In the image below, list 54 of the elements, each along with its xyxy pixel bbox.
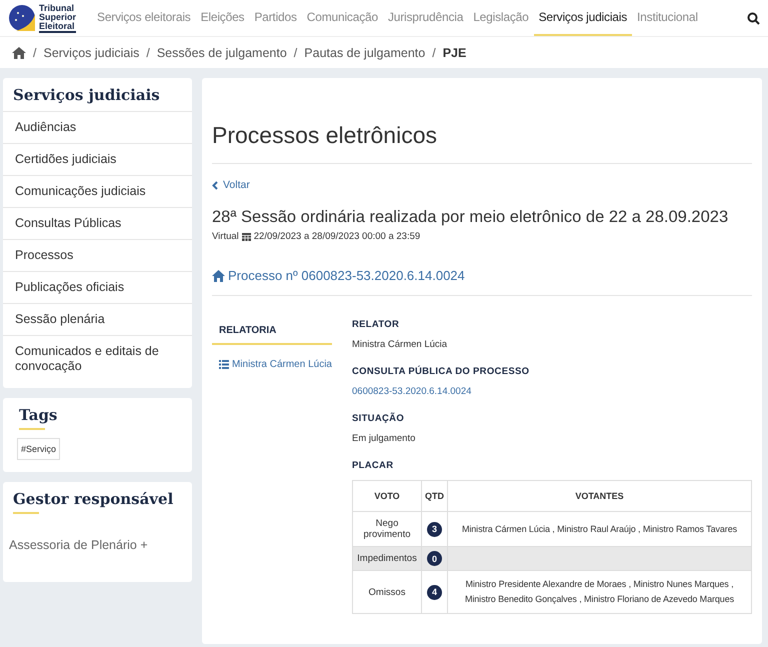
logo-icon (8, 4, 36, 32)
field-label: CONSULTA PÚBLICA DO PROCESSO (352, 366, 530, 377)
table-cell: Omissos (352, 570, 422, 614)
sidebar-item[interactable]: Publicações oficiais (3, 271, 192, 303)
process-number[interactable]: Processo nº 0600823-53.2020.6.14.0024 (228, 268, 465, 283)
logo-text: Tribunal Superior Eleitoral (39, 4, 76, 32)
count-badge: 0 (427, 551, 442, 566)
sidebar-item[interactable]: Audiências (3, 111, 192, 143)
session-title: 28ª Sessão ordinária realizada por meio eletrônico de 22 a 28.09.2023 (212, 208, 730, 227)
tab[interactable]: RELATORIA (212, 319, 332, 345)
chevron-left-icon (212, 180, 218, 190)
session-dates: 22/09/2023 a 28/09/2023 00:00 a 23:59 (254, 231, 420, 242)
page-title: Processos eletrônicos (212, 78, 752, 164)
panel-title: Tags (18, 405, 58, 425)
breadcrumb-current: PJE (442, 46, 466, 60)
section-label: PLACAR (352, 460, 394, 471)
panel-title: Gestor responsável (12, 489, 174, 509)
home-icon (12, 46, 26, 58)
breadcrumb-link[interactable]: Sessões de julgamento (156, 46, 287, 60)
column-header: QTD (422, 480, 448, 512)
home-icon (212, 270, 225, 282)
field-value: Ministra Cármen Lúcia (352, 339, 448, 350)
sidebar-item[interactable]: Processos (3, 239, 192, 271)
breadcrumb-separator: / (33, 46, 36, 60)
breadcrumb-separator: / (432, 46, 436, 60)
breadcrumb-separator: / (146, 46, 150, 60)
calendar-icon (242, 232, 251, 241)
count-badge: 3 (427, 522, 442, 536)
list-icon (219, 360, 229, 369)
process-link[interactable]: 0600823-53.2020.6.14.0024 (352, 386, 752, 397)
column-header: VOTANTES (448, 480, 752, 512)
nav-link[interactable]: Serviços judiciais (534, 0, 632, 36)
sidebar-item[interactable]: Certidões judiciais (3, 143, 192, 175)
sidebar-item[interactable]: Sessão plenária (3, 303, 192, 335)
breadcrumb-link[interactable]: Pautas de julgamento (304, 46, 426, 60)
breadcrumb-link[interactable]: Serviços judiciais (43, 46, 140, 60)
breadcrumb-separator: / (294, 46, 298, 60)
column-header: VOTO (352, 480, 422, 512)
relator-link[interactable]: Ministra Cármen Lúcia (219, 359, 332, 370)
count-badge: 4 (427, 584, 442, 600)
sidebar-title: Serviços judiciais (12, 85, 161, 105)
tag-chip[interactable]: #Serviço (17, 438, 60, 460)
session-type: Virtual (212, 231, 239, 242)
sidebar-item[interactable]: Comunicados e editais de convocação (3, 335, 192, 382)
search-icon (747, 12, 760, 24)
field-label: SITUAÇÃO (352, 413, 406, 424)
gestor-text: Assessoria de Plenário + (8, 537, 149, 554)
table-cell: Impedimentos (352, 546, 422, 570)
back-link[interactable]: Voltar (212, 179, 752, 191)
sidebar-item[interactable]: Comunicações judiciais (3, 175, 192, 207)
field-value: Em julgamento (352, 433, 416, 444)
table-cell: Ministro Presidente Alexandre de Moraes , Ministro Nunes Marques , Ministro Benedito Gonçalves , Ministro Floriano de Azevedo Marques (448, 570, 752, 614)
field-label: RELATOR (352, 319, 400, 330)
sidebar-item[interactable]: Consultas Públicas (3, 207, 192, 239)
